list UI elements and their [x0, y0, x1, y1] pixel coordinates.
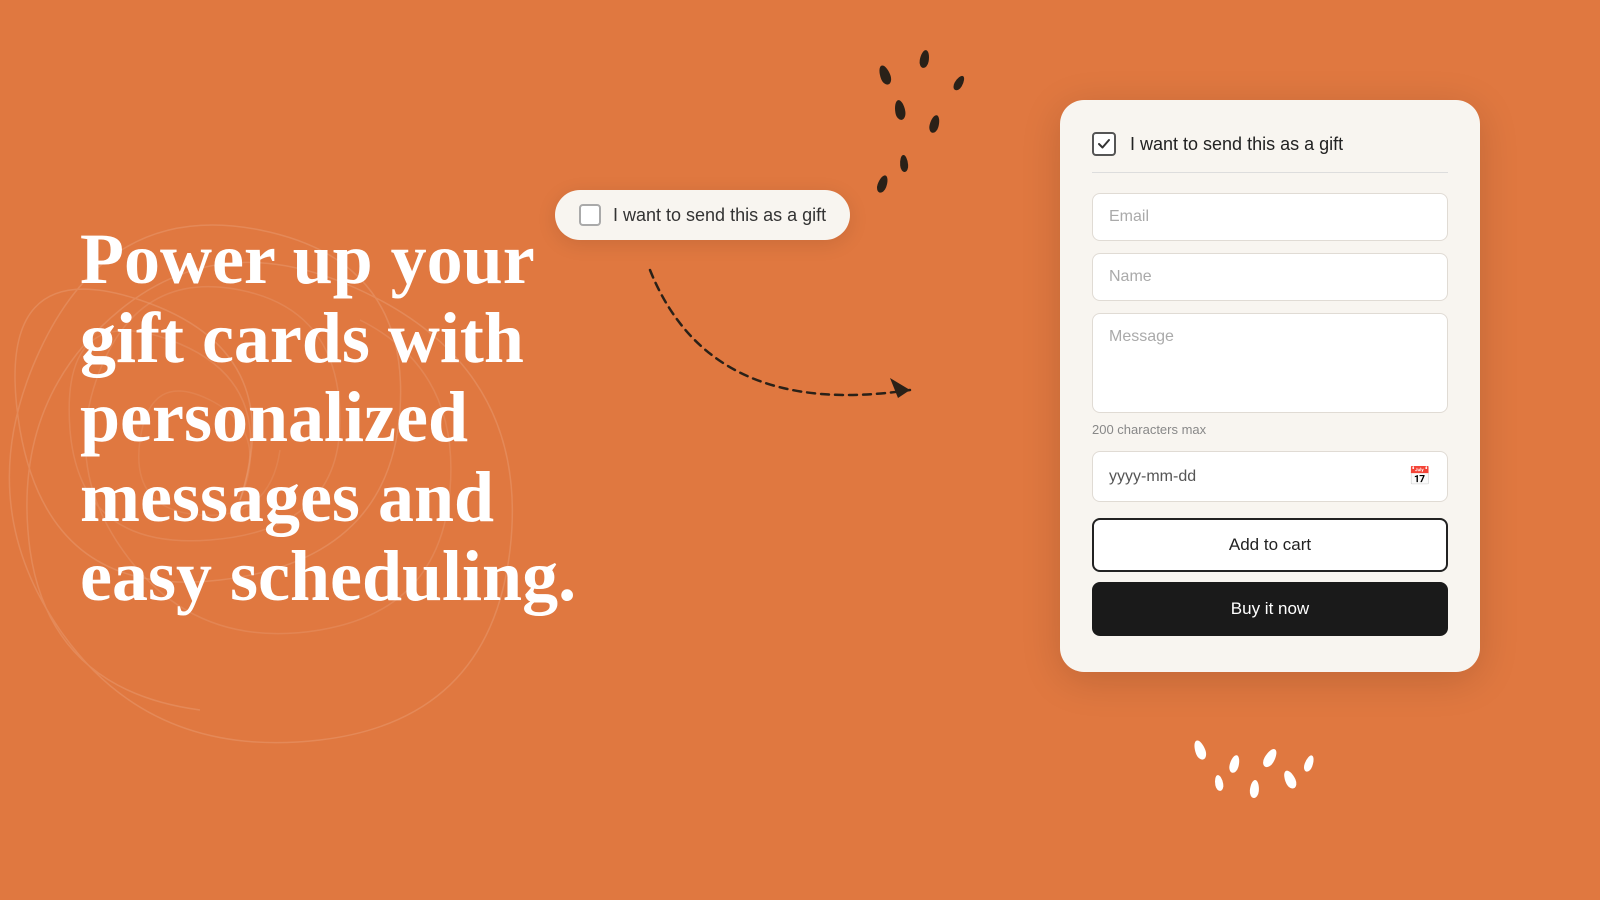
message-input[interactable] [1092, 313, 1448, 413]
name-input[interactable] [1092, 253, 1448, 301]
dark-seed [928, 114, 941, 134]
dark-seed [899, 155, 908, 173]
add-to-cart-button[interactable]: Add to cart [1092, 518, 1448, 572]
dark-seed [919, 49, 931, 68]
white-seed [1214, 774, 1225, 791]
white-seed [1302, 754, 1315, 773]
char-limit-text: 200 characters max [1092, 422, 1448, 437]
floating-gift-checkbox[interactable]: I want to send this as a gift [555, 190, 850, 240]
checkmark-icon [1097, 137, 1111, 151]
card-checkbox-label: I want to send this as a gift [1130, 134, 1343, 155]
buy-it-now-button[interactable]: Buy it now [1092, 582, 1448, 636]
curved-arrow [590, 240, 970, 440]
white-seed [1249, 780, 1260, 799]
white-seed [1261, 747, 1280, 769]
email-input[interactable] [1092, 193, 1448, 241]
dark-seed [893, 99, 906, 120]
dark-seed [875, 174, 890, 194]
card-header: I want to send this as a gift [1092, 132, 1448, 173]
checkbox-unchecked[interactable] [579, 204, 601, 226]
calendar-icon: 📅 [1409, 466, 1431, 487]
hero-headline: Power up your gift cards with personaliz… [80, 220, 600, 616]
white-seed [1281, 769, 1298, 790]
gift-card-panel: I want to send this as a gift 200 charac… [1060, 100, 1480, 672]
checkbox-checked[interactable] [1092, 132, 1116, 156]
white-seed [1192, 739, 1208, 761]
dark-seed [952, 74, 967, 92]
date-input-wrapper[interactable]: yyyy-mm-dd 📅 [1092, 451, 1448, 502]
floating-checkbox-label: I want to send this as a gift [613, 205, 826, 226]
dark-seed [877, 64, 893, 86]
date-placeholder: yyyy-mm-dd [1109, 468, 1196, 486]
white-seed [1228, 754, 1241, 774]
